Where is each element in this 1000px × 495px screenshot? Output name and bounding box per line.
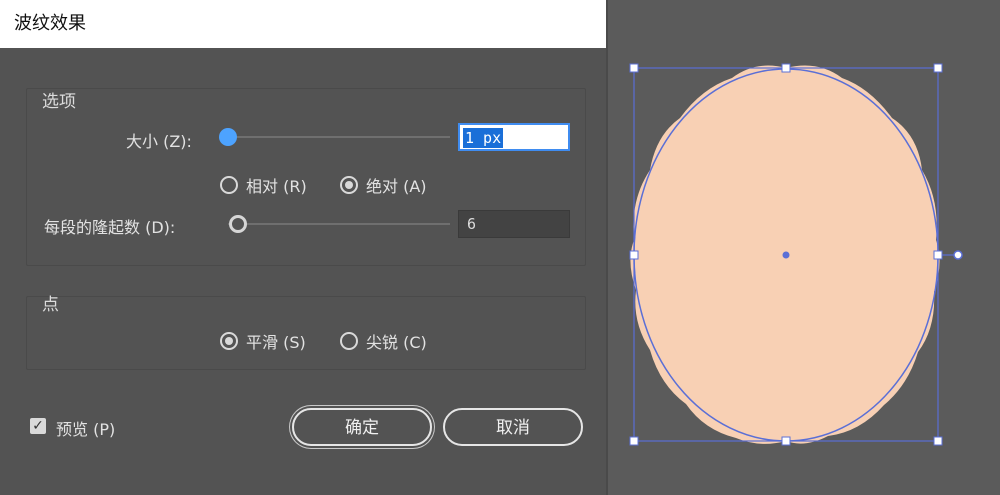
size-input[interactable]: 1 px (458, 123, 570, 151)
handle-top-right[interactable] (933, 63, 943, 73)
handle-middle-right[interactable] (933, 250, 943, 260)
points-group-label: 点 (42, 295, 59, 315)
absolute-radio[interactable]: 绝对 (A) (340, 173, 427, 197)
handle-bottom-right[interactable] (933, 436, 943, 446)
relative-radio[interactable]: 相对 (R) (220, 173, 307, 197)
ridges-input[interactable]: 6 (458, 210, 570, 238)
preview-checkbox[interactable]: ✓ (30, 418, 46, 434)
handle-top-middle[interactable] (781, 63, 791, 73)
dialog-title: 波纹效果 (14, 13, 86, 34)
handle-bottom-middle[interactable] (781, 436, 791, 446)
zigzag-dialog: 波纹效果 选项 大小 (Z): 1 px 相对 (R) 绝对 (A) 每段的隆起… (0, 0, 606, 495)
handle-middle-left[interactable] (629, 250, 639, 260)
points-group (26, 296, 586, 370)
absolute-radio-icon (340, 176, 358, 194)
options-group-label: 选项 (42, 92, 76, 112)
ridges-slider-track[interactable] (228, 223, 450, 225)
size-input-value: 1 px (463, 128, 504, 148)
cancel-button[interactable]: 取消 (443, 408, 583, 446)
smooth-radio-label: 平滑 (S) (246, 333, 306, 352)
ok-button[interactable]: 确定 (292, 408, 432, 446)
handle-top-left[interactable] (629, 63, 639, 73)
corner-radio-label: 尖锐 (C) (366, 333, 427, 352)
relative-radio-icon (220, 176, 238, 194)
size-label: 大小 (Z): (126, 132, 192, 151)
size-slider-track[interactable] (230, 136, 450, 138)
size-slider-thumb[interactable] (219, 128, 237, 146)
corner-radio[interactable]: 尖锐 (C) (340, 329, 427, 353)
dialog-titlebar[interactable]: 波纹效果 (0, 0, 606, 48)
relative-radio-label: 相对 (R) (246, 177, 307, 196)
center-point (782, 251, 790, 259)
absolute-radio-label: 绝对 (A) (366, 177, 427, 196)
widget-handle[interactable] (953, 250, 963, 260)
ridges-label: 每段的隆起数 (D): (44, 218, 176, 237)
handle-bottom-left[interactable] (629, 436, 639, 446)
smooth-radio-icon (220, 332, 238, 350)
smooth-radio[interactable]: 平滑 (S) (220, 329, 306, 353)
preview-label: 预览 (P) (56, 420, 116, 439)
ridges-slider-thumb[interactable] (229, 215, 247, 233)
corner-radio-icon (340, 332, 358, 350)
